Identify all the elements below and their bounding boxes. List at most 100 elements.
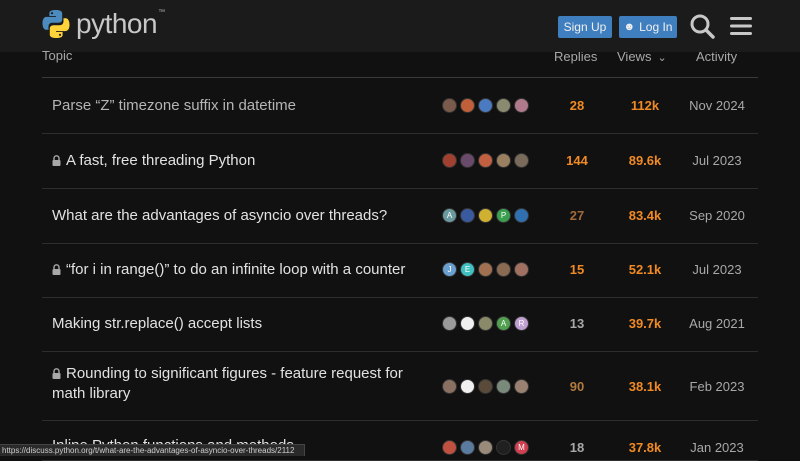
avatar[interactable] bbox=[442, 98, 457, 113]
reply-count[interactable]: 15 bbox=[542, 262, 612, 277]
topic-title-text: Rounding to significant figures - featur… bbox=[52, 365, 403, 402]
avatar[interactable] bbox=[442, 316, 457, 331]
poster-avatars bbox=[442, 153, 532, 168]
topic-row[interactable]: A fast, free threading Python 144 89.6k Jul… bbox=[42, 134, 758, 189]
lock-icon bbox=[52, 264, 61, 275]
avatar[interactable] bbox=[514, 379, 529, 394]
avatar[interactable] bbox=[478, 98, 493, 113]
activity-date[interactable]: Jan 2023 bbox=[682, 440, 752, 455]
user-icon: ☻ bbox=[623, 21, 636, 33]
avatar[interactable] bbox=[460, 98, 475, 113]
avatar[interactable]: P bbox=[496, 208, 511, 223]
avatar[interactable] bbox=[478, 208, 493, 223]
reply-count[interactable]: 28 bbox=[542, 98, 612, 113]
view-count: 52.1k bbox=[628, 262, 662, 277]
poster-avatars: AR bbox=[442, 316, 532, 331]
activity-date[interactable]: Aug 2021 bbox=[682, 316, 752, 331]
avatar[interactable] bbox=[478, 153, 493, 168]
avatar[interactable] bbox=[460, 379, 475, 394]
lock-icon bbox=[52, 368, 61, 379]
avatar[interactable] bbox=[514, 153, 529, 168]
poster-avatars: M bbox=[442, 440, 532, 455]
column-views-label: Views bbox=[617, 52, 652, 64]
topic-row[interactable]: Making str.replace() accept lists A R 13 39.… bbox=[42, 298, 758, 352]
logo-trademark: ™ bbox=[158, 8, 166, 16]
topic-list-header: Topic Replies Views ⌄ Activity bbox=[42, 50, 758, 78]
avatar[interactable] bbox=[478, 379, 493, 394]
avatar[interactable] bbox=[442, 379, 457, 394]
poster-avatars: AP bbox=[442, 208, 532, 223]
avatar[interactable]: R bbox=[514, 316, 529, 331]
topic-title-text: What are the advantages of asyncio over … bbox=[52, 207, 388, 224]
column-replies[interactable]: Replies bbox=[554, 52, 597, 64]
topic-title-link[interactable]: What are the advantages of asyncio over … bbox=[52, 206, 432, 226]
view-count: 39.7k bbox=[628, 316, 662, 331]
avatar[interactable] bbox=[442, 153, 457, 168]
activity-date[interactable]: Sep 2020 bbox=[682, 208, 752, 223]
view-count: 38.1k bbox=[628, 379, 662, 394]
topic-title-text: Making str.replace() accept lists bbox=[52, 315, 263, 332]
avatar[interactable] bbox=[478, 440, 493, 455]
topic-title-link[interactable]: A fast, free threading Python bbox=[52, 151, 432, 171]
topic-title-link[interactable]: “for i in range()” to do an infinite loo… bbox=[52, 260, 432, 280]
topic-title-text: “for i in range()” to do an infinite loo… bbox=[66, 261, 406, 278]
topic-row[interactable]: What are the advantages of asyncio over … bbox=[42, 189, 758, 244]
column-activity[interactable]: Activity bbox=[696, 52, 737, 64]
log-in-label: Log In bbox=[639, 20, 673, 34]
avatar[interactable] bbox=[460, 153, 475, 168]
avatar[interactable] bbox=[460, 208, 475, 223]
topic-row[interactable]: “for i in range()” to do an infinite loo… bbox=[42, 244, 758, 298]
chevron-down-icon: ⌄ bbox=[657, 52, 667, 64]
avatar[interactable]: A bbox=[496, 316, 511, 331]
lock-icon bbox=[52, 155, 61, 166]
activity-date[interactable]: Jul 2023 bbox=[682, 153, 752, 168]
avatar[interactable] bbox=[496, 379, 511, 394]
python-logo[interactable]: python ™ bbox=[40, 6, 165, 42]
topic-row[interactable]: Rounding to significant figures - featur… bbox=[42, 352, 758, 421]
avatar[interactable] bbox=[496, 440, 511, 455]
activity-date[interactable]: Feb 2023 bbox=[682, 379, 752, 394]
avatar[interactable] bbox=[514, 208, 529, 223]
avatar[interactable]: J bbox=[442, 262, 457, 277]
poster-avatars bbox=[442, 379, 532, 394]
view-count: 112k bbox=[630, 98, 660, 113]
avatar[interactable] bbox=[496, 153, 511, 168]
avatar[interactable]: E bbox=[460, 262, 475, 277]
topic-title-link[interactable]: Parse “Z” timezone suffix in datetime bbox=[52, 96, 432, 116]
avatar[interactable] bbox=[496, 262, 511, 277]
view-count: 89.6k bbox=[628, 153, 662, 168]
poster-avatars: JE bbox=[442, 262, 532, 277]
avatar[interactable]: A bbox=[442, 208, 457, 223]
column-views[interactable]: Views ⌄ bbox=[617, 52, 667, 64]
hamburger-menu-icon[interactable] bbox=[727, 12, 755, 40]
reply-count[interactable]: 144 bbox=[542, 153, 612, 168]
activity-date[interactable]: Jul 2023 bbox=[682, 262, 752, 277]
reply-count[interactable]: 18 bbox=[542, 440, 612, 455]
avatar[interactable] bbox=[496, 98, 511, 113]
avatar[interactable] bbox=[478, 262, 493, 277]
column-topic[interactable]: Topic bbox=[42, 50, 72, 64]
avatar[interactable]: M bbox=[514, 440, 529, 455]
view-count: 37.8k bbox=[628, 440, 662, 455]
reply-count[interactable]: 13 bbox=[542, 316, 612, 331]
topic-title-link[interactable]: Rounding to significant figures - featur… bbox=[52, 364, 432, 404]
logo-wordmark: python bbox=[76, 8, 158, 39]
status-bar-url: https://discuss.python.org/t/what-are-th… bbox=[0, 444, 305, 456]
site-header: python ™ Sign Up ☻ Log In bbox=[0, 0, 800, 52]
search-icon[interactable] bbox=[688, 12, 716, 40]
view-count: 83.4k bbox=[628, 208, 662, 223]
sign-up-button[interactable]: Sign Up bbox=[558, 16, 612, 38]
avatar[interactable] bbox=[478, 316, 493, 331]
topic-row[interactable]: Parse “Z” timezone suffix in datetime 28 1… bbox=[42, 79, 758, 134]
avatar[interactable] bbox=[514, 98, 529, 113]
avatar[interactable] bbox=[514, 262, 529, 277]
reply-count[interactable]: 27 bbox=[542, 208, 612, 223]
activity-date[interactable]: Nov 2024 bbox=[682, 98, 752, 113]
log-in-button[interactable]: ☻ Log In bbox=[619, 16, 677, 38]
avatar[interactable] bbox=[460, 440, 475, 455]
topic-title-text: A fast, free threading Python bbox=[66, 152, 256, 169]
topic-title-link[interactable]: Making str.replace() accept lists bbox=[52, 314, 432, 334]
reply-count[interactable]: 90 bbox=[542, 379, 612, 394]
avatar[interactable] bbox=[460, 316, 475, 331]
avatar[interactable] bbox=[442, 440, 457, 455]
